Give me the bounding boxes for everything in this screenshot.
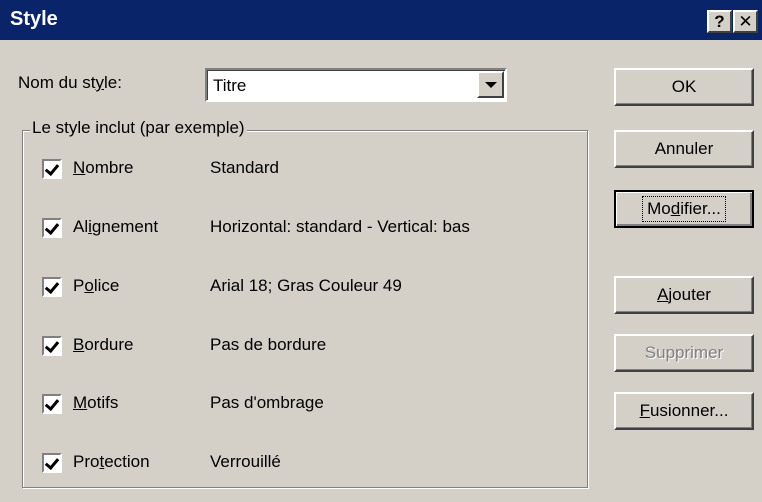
dialog-title: Style bbox=[10, 8, 58, 30]
combobox-dropdown-button[interactable] bbox=[477, 71, 504, 98]
checkbox-alignment-label[interactable]: Alignement bbox=[73, 217, 158, 237]
checkbox-border-label[interactable]: Bordure bbox=[73, 335, 133, 355]
checkbox-number[interactable] bbox=[42, 159, 62, 179]
number-value: Standard bbox=[210, 158, 279, 177]
chevron-down-icon bbox=[484, 81, 497, 88]
style-name-label: Nom du style: bbox=[18, 73, 122, 92]
style-dialog: Style ? ✕ Nom du style: Titre Le style i… bbox=[0, 0, 762, 502]
style-name-combobox[interactable]: Titre bbox=[205, 68, 507, 102]
checkbox-protection[interactable] bbox=[42, 453, 62, 473]
cancel-button[interactable]: Annuler bbox=[614, 130, 754, 168]
merge-button-label: Fusionner... bbox=[639, 401, 729, 420]
checkbox-number-label[interactable]: Nombre bbox=[73, 158, 133, 178]
border-value: Pas de bordure bbox=[210, 335, 327, 354]
title-bar[interactable]: Style ? ✕ bbox=[0, 0, 762, 40]
ok-button[interactable]: OK bbox=[614, 68, 754, 106]
modify-button[interactable]: Modifier... bbox=[614, 190, 754, 228]
checkbox-patterns[interactable] bbox=[42, 394, 62, 414]
style-includes-group bbox=[22, 130, 588, 488]
add-button-label: Ajouter bbox=[657, 285, 711, 304]
checkbox-font[interactable] bbox=[42, 277, 62, 297]
checkbox-font-label[interactable]: Police bbox=[73, 276, 119, 296]
merge-button[interactable]: Fusionner... bbox=[614, 392, 754, 430]
add-button[interactable]: Ajouter bbox=[614, 276, 754, 314]
help-button[interactable]: ? bbox=[707, 10, 732, 33]
protection-value: Verrouillé bbox=[210, 452, 281, 471]
font-value: Arial 18; Gras Couleur 49 bbox=[210, 276, 402, 295]
close-icon: ✕ bbox=[738, 12, 753, 31]
alignment-value: Horizontal: standard - Vertical: bas bbox=[210, 217, 470, 236]
group-legend: Le style inclut (par exemple) bbox=[30, 118, 247, 138]
style-name-value: Titre bbox=[213, 76, 247, 95]
modify-button-label: Modifier... bbox=[642, 196, 726, 222]
checkbox-border[interactable] bbox=[42, 336, 62, 356]
checkbox-patterns-label[interactable]: Motifs bbox=[73, 393, 118, 413]
patterns-value: Pas d'ombrage bbox=[210, 393, 324, 412]
delete-button[interactable]: Supprimer bbox=[614, 334, 754, 372]
help-icon: ? bbox=[714, 12, 725, 31]
checkbox-protection-label[interactable]: Protection bbox=[73, 452, 150, 472]
checkbox-alignment[interactable] bbox=[42, 218, 62, 238]
close-button[interactable]: ✕ bbox=[733, 10, 758, 33]
